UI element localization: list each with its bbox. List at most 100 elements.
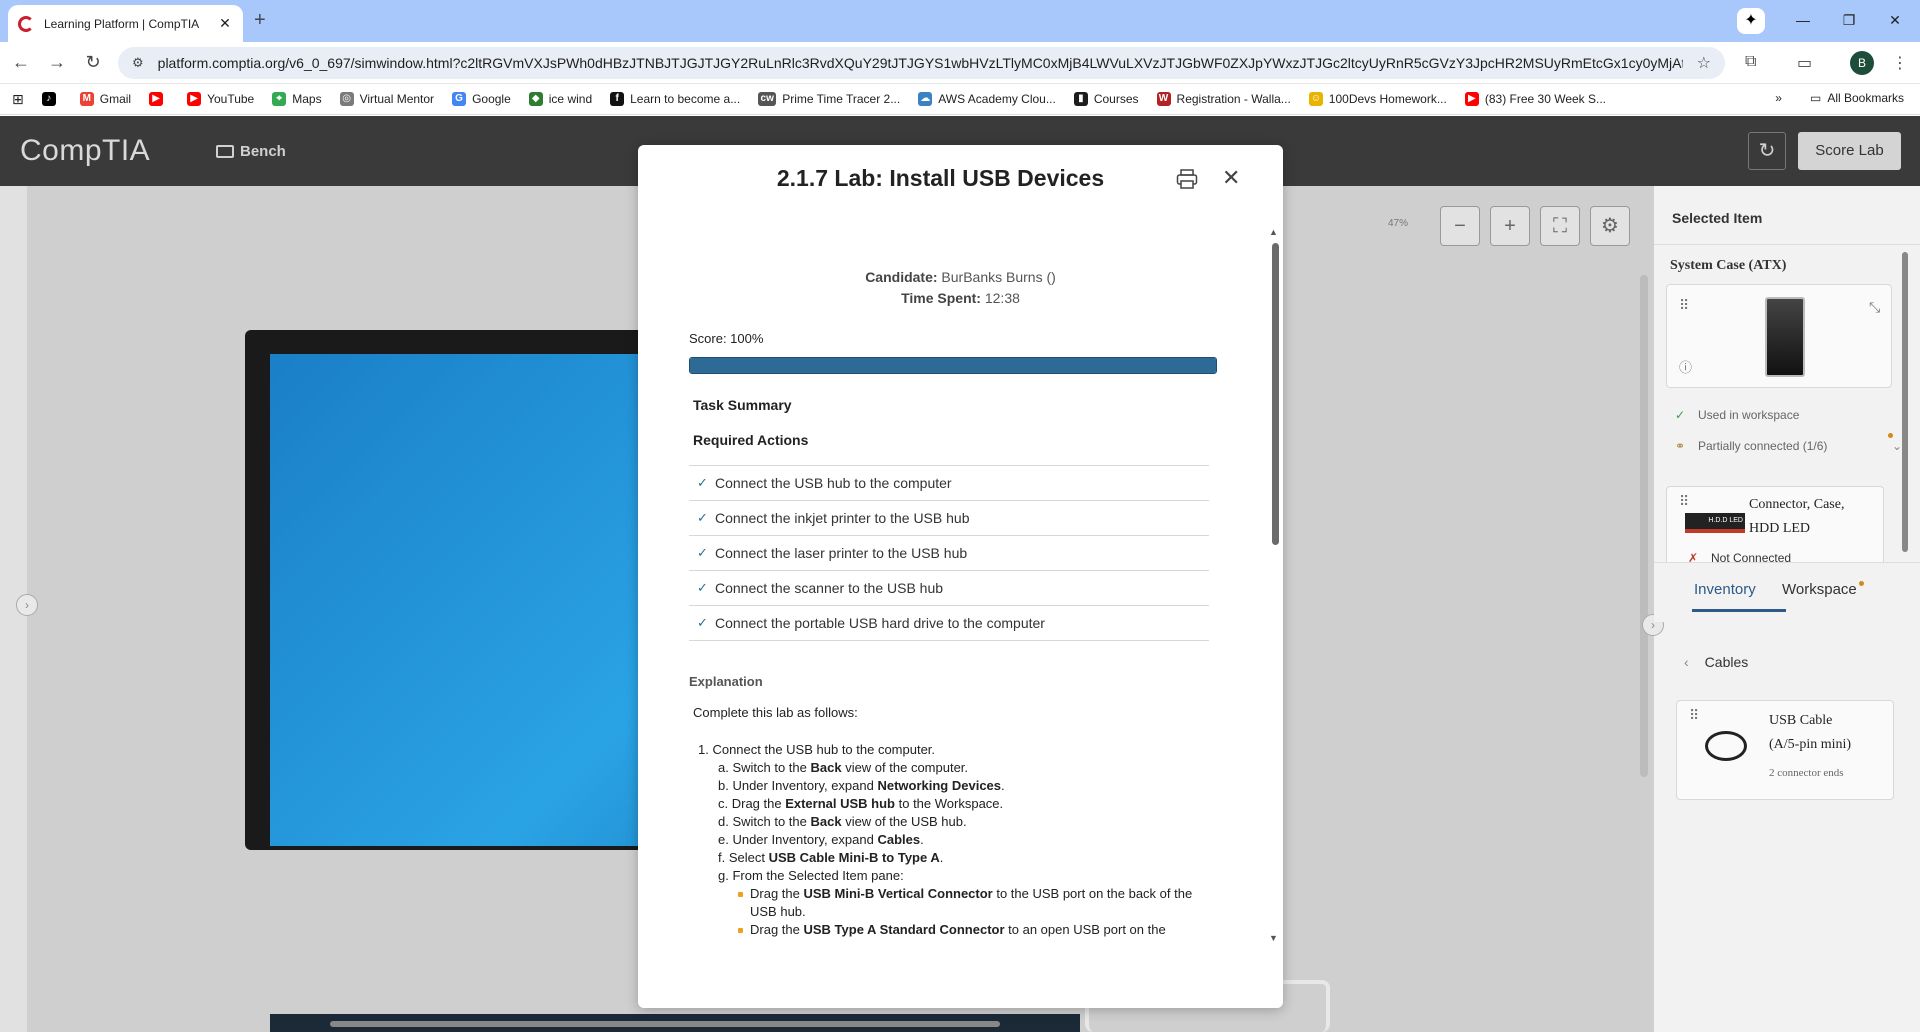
bookmarks-bar: ⊞ ♪ M Gmail ▶ ▶ YouTube ⌖ Maps ◎ Virtual Men… — [0, 84, 1920, 115]
bookmark-item[interactable]: ☁ AWS Academy Clou... — [918, 92, 1056, 106]
apps-icon[interactable]: ⊞ — [12, 91, 24, 108]
explanation-intro: Complete this lab as follows: — [693, 705, 858, 720]
step-1e: e. Under Inventory, expand Cables. — [718, 832, 924, 847]
cable-name: USB Cable (A/5-pin mini) — [1769, 713, 1852, 752]
bench-button[interactable]: Bench — [216, 143, 286, 160]
bookmark-item[interactable]: ☺ 100Devs Homework... — [1308, 92, 1447, 106]
close-window-icon[interactable]: ✕ — [1872, 12, 1918, 29]
info-icon[interactable]: ⓘ — [1679, 357, 1692, 376]
bookmark-label: Gmail — [99, 92, 132, 106]
system-case-card[interactable]: ⠿ ⤡ ⓘ — [1666, 284, 1892, 388]
usb-cable-card[interactable]: ⠿ USB Cable (A/5-pin mini) 2 connector e… — [1676, 700, 1894, 800]
step-1f: f. Select USB Cable Mini-B to Type A. — [718, 850, 944, 865]
bookmark-item[interactable]: ◆ ice wind — [528, 92, 592, 106]
cast-icon[interactable]: ▭ — [1797, 53, 1812, 73]
drag-handle-icon[interactable]: ⠿ — [1679, 297, 1689, 314]
gemini-icon[interactable]: ✦ — [1737, 8, 1765, 34]
site-info-icon[interactable]: ⚙ — [132, 55, 144, 71]
horizontal-scrollbar[interactable] — [330, 1021, 1000, 1027]
print-icon[interactable] — [1176, 169, 1198, 189]
drag-handle-icon[interactable]: ⠿ — [1689, 707, 1699, 724]
chevron-left-icon[interactable]: ‹ — [1684, 654, 1689, 670]
all-bookmarks-link[interactable]: All Bookmarks — [1827, 91, 1904, 105]
browser-tabstrip: Learning Platform | CompTIA ✕ + ✦ — ❐ ✕ — [0, 0, 1920, 42]
bookmark-item[interactable]: f Learn to become a... — [610, 92, 740, 106]
action-item: ✓ Connect the USB hub to the computer — [689, 466, 1209, 501]
dialog-scrollbar-thumb[interactable] — [1272, 243, 1279, 545]
workspace-vertical-scrollbar[interactable] — [1640, 275, 1648, 777]
fullscreen-button[interactable]: ⛶ — [1540, 206, 1580, 246]
reset-button[interactable]: ↻ — [1748, 132, 1786, 170]
candidate-info: Candidate: BurBanks Burns () Time Spent:… — [638, 267, 1283, 309]
bench-label: Bench — [240, 143, 286, 160]
more-bookmarks-icon[interactable]: » — [1775, 91, 1782, 105]
bookmark-label: Virtual Mentor — [359, 92, 435, 106]
check-icon: ✓ — [1674, 408, 1686, 422]
bookmark-item[interactable]: cw Prime Time Tracer 2... — [758, 92, 900, 106]
collapse-icon[interactable]: ⤡ — [1869, 299, 1880, 316]
score-report-dialog: 2.1.7 Lab: Install USB Devices ✕ Candida… — [638, 145, 1283, 1008]
tab-inventory[interactable]: Inventory — [1694, 581, 1756, 598]
bookmark-item[interactable]: ◎ Virtual Mentor — [339, 92, 435, 106]
used-status-text: Used in workspace — [1698, 408, 1800, 422]
connector-card[interactable]: ⠿ H.D.D LED Connector, Case, HDD LED ✗ N… — [1666, 486, 1884, 562]
score-label: Score: 100% — [689, 331, 764, 346]
status-dot — [1888, 433, 1893, 438]
zoom-in-button[interactable]: + — [1490, 206, 1530, 246]
selected-item-panel: › Selected Item System Case (ATX) ⠿ ⤡ ⓘ … — [1642, 186, 1920, 1032]
youtube-icon: ▶ — [187, 92, 202, 106]
tab-close-icon[interactable]: ✕ — [217, 15, 233, 32]
scroll-up-icon[interactable]: ▲ — [1269, 227, 1278, 237]
bookmark-item[interactable]: ▶ (83) Free 30 Week S... — [1464, 92, 1606, 106]
step-1b: b. Under Inventory, expand Networking De… — [718, 778, 1005, 793]
connection-status[interactable]: ⚭ Partially connected (1/6) ⌄ — [1672, 439, 1902, 453]
check-icon: ✓ — [697, 510, 708, 525]
extensions-icon[interactable]: ⧉ — [1745, 53, 1756, 71]
profile-avatar[interactable]: B — [1850, 51, 1874, 75]
bookmark-label: 100Devs Homework... — [1328, 92, 1447, 106]
action-item: ✓ Connect the scanner to the USB hub — [689, 571, 1209, 606]
check-icon: ✓ — [697, 475, 708, 490]
bookmarks-right: » ▭ All Bookmarks — [1775, 91, 1904, 105]
restore-icon[interactable]: ❐ — [1826, 12, 1872, 29]
address-bar[interactable]: ⚙ platform.comptia.org/v6_0_697/simwindo… — [118, 47, 1725, 79]
zoom-out-button[interactable]: − — [1440, 206, 1480, 246]
scroll-down-icon[interactable]: ▼ — [1269, 933, 1278, 943]
action-text: Connect the inkjet printer to the USB hu… — [715, 510, 970, 526]
browser-toolbar: ← → ↻ ⚙ platform.comptia.org/v6_0_697/si… — [0, 42, 1920, 84]
back-icon[interactable]: ← — [10, 52, 32, 73]
step-1: 1. Connect the USB hub to the computer. — [698, 742, 936, 757]
close-icon[interactable]: ✕ — [1222, 165, 1240, 191]
score-lab-button[interactable]: Score Lab — [1798, 132, 1901, 170]
bookmark-item[interactable]: ▶ — [149, 92, 169, 106]
chevron-down-icon[interactable]: ⌄ — [1892, 439, 1902, 453]
connection-status-text: Partially connected (1/6) — [1698, 439, 1828, 453]
breadcrumb[interactable]: ‹ Cables — [1684, 654, 1748, 670]
bookmark-item[interactable]: ⌖ Maps — [272, 92, 322, 106]
reload-icon[interactable]: ↻ — [82, 52, 104, 73]
connector-status-text: Not Connected — [1711, 551, 1792, 562]
bookmark-item[interactable]: M Gmail — [79, 92, 132, 106]
browser-tab[interactable]: Learning Platform | CompTIA ✕ — [8, 5, 243, 42]
window-controls: — ❐ ✕ — [1780, 0, 1918, 40]
new-tab-button[interactable]: + — [254, 9, 266, 32]
bookmark-item[interactable]: W Registration - Walla... — [1156, 92, 1291, 106]
bookmark-item[interactable]: G Google — [452, 92, 511, 106]
zoom-level: 47% — [1388, 218, 1409, 229]
panel-scrollbar[interactable] — [1902, 252, 1908, 552]
bookmark-star-icon[interactable]: ☆ — [1697, 53, 1711, 73]
bookmark-item[interactable]: ▶ YouTube — [187, 92, 254, 106]
minimize-icon[interactable]: — — [1780, 12, 1826, 28]
settings-button[interactable]: ⚙ — [1590, 206, 1630, 246]
tab-workspace[interactable]: Workspace — [1782, 581, 1864, 598]
bookmark-label: Google — [472, 92, 511, 106]
bookmark-item[interactable]: ▮ Courses — [1073, 92, 1139, 106]
forward-icon[interactable]: → — [46, 52, 68, 73]
bookmark-item[interactable]: ♪ — [41, 92, 62, 106]
action-item: ✓ Connect the portable USB hard drive to … — [689, 606, 1209, 641]
expand-left-icon[interactable]: › — [16, 594, 38, 616]
menu-icon[interactable]: ⋮ — [1892, 53, 1908, 73]
url-text[interactable]: platform.comptia.org/v6_0_697/simwindow.… — [158, 55, 1683, 71]
action-item: ✓ Connect the laser printer to the USB hu… — [689, 536, 1209, 571]
drag-handle-icon[interactable]: ⠿ — [1679, 493, 1689, 510]
